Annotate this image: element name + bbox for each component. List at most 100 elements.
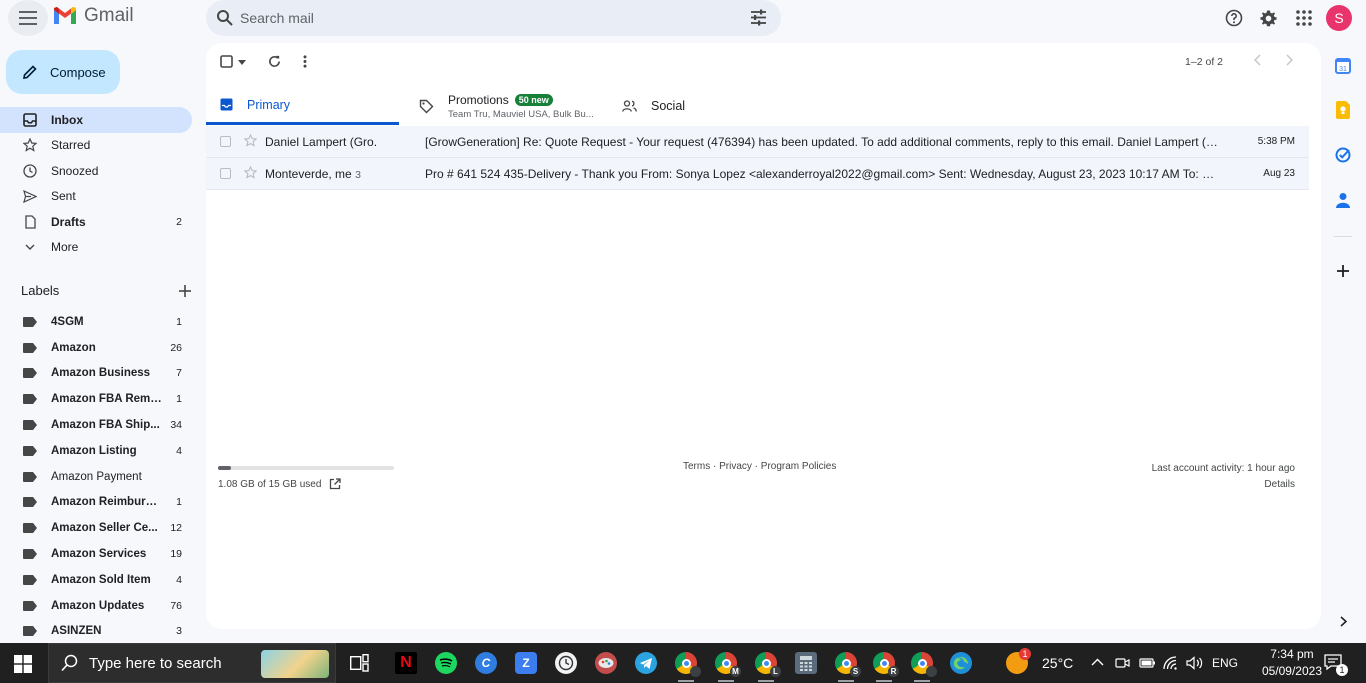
select-dropdown-icon[interactable] xyxy=(238,60,246,65)
chevron-left-icon[interactable] xyxy=(1254,54,1261,66)
app-c-icon[interactable]: C xyxy=(475,652,497,674)
get-addons-button[interactable] xyxy=(1334,262,1352,280)
taskbar-search[interactable]: Type here to search xyxy=(48,643,336,683)
label-item[interactable]: Amazon Business 7 xyxy=(0,361,192,387)
label-item[interactable]: Amazon Sold Item 4 xyxy=(0,567,192,593)
label-item[interactable]: 4SGM 1 xyxy=(0,309,192,335)
search-bar[interactable] xyxy=(206,0,781,36)
apps-button[interactable] xyxy=(1286,0,1321,36)
tab-promotions[interactable]: Promotions 50 new Team Tru, Mauviel USA,… xyxy=(419,87,619,125)
more-options-icon[interactable] xyxy=(303,55,307,68)
email-row[interactable]: Monteverde, me 3 Pro # 641 524 435-Delive… xyxy=(206,158,1309,190)
refresh-icon[interactable] xyxy=(268,55,281,68)
search-icon[interactable] xyxy=(216,9,234,27)
account-activity: Last account activity: 1 hour ago Detail… xyxy=(1152,461,1295,493)
paint-app-icon[interactable] xyxy=(595,652,617,674)
tag-icon xyxy=(419,99,434,113)
system-clock[interactable]: 7:34 pm 05/09/2023 xyxy=(1262,646,1322,680)
select-all-checkbox[interactable] xyxy=(220,55,233,68)
spotify-app-icon[interactable] xyxy=(435,652,457,674)
email-row[interactable]: Daniel Lampert (Gro. [GrowGeneration] Re… xyxy=(206,126,1309,158)
label-icon xyxy=(23,549,37,560)
weather-widget[interactable]: 1 25°C xyxy=(1006,643,1073,683)
clock-app-icon[interactable] xyxy=(555,652,577,674)
weather-temp: 25°C xyxy=(1042,655,1074,671)
sidebar-item-starred[interactable]: Starred xyxy=(0,133,192,159)
account-avatar[interactable]: S xyxy=(1326,5,1352,31)
app-z-icon[interactable]: Z xyxy=(515,652,537,674)
sidebar-item-more[interactable]: More xyxy=(0,235,192,261)
email-checkbox[interactable] xyxy=(220,136,231,147)
tab-primary[interactable]: Primary xyxy=(206,87,399,125)
calculator-app-icon[interactable] xyxy=(795,652,817,674)
show-side-panel-button[interactable] xyxy=(1334,612,1352,630)
label-item[interactable]: Amazon FBA Ship... 34 xyxy=(0,412,192,438)
settings-button[interactable] xyxy=(1251,0,1286,36)
open-in-new-icon[interactable] xyxy=(329,478,342,490)
add-label-icon[interactable] xyxy=(179,284,191,297)
sidebar-item-sent[interactable]: Sent xyxy=(0,184,192,210)
labels-list: 4SGM 1 Amazon 26 Amazon Business 7 Amazon FBA … xyxy=(0,309,200,644)
search-options-icon[interactable] xyxy=(750,9,767,26)
chrome-app-icon[interactable]: S xyxy=(835,652,861,682)
label-item[interactable]: Amazon FBA Remo... 1 xyxy=(0,386,192,412)
label-item[interactable]: Amazon 26 xyxy=(0,335,192,361)
star-icon[interactable] xyxy=(244,134,257,147)
sidebar-item-inbox[interactable]: Inbox xyxy=(0,107,192,133)
wifi-icon[interactable] xyxy=(1163,656,1180,670)
running-indicator xyxy=(718,680,734,682)
chrome-app-icon[interactable] xyxy=(911,652,937,682)
chevron-up-icon[interactable] xyxy=(1091,658,1104,666)
label-item[interactable]: ASINZEN 3 xyxy=(0,619,192,645)
draft-icon xyxy=(22,214,38,230)
edge-app-icon[interactable] xyxy=(950,652,972,674)
task-view-icon[interactable] xyxy=(350,654,369,672)
gmail-logo[interactable]: Gmail xyxy=(52,5,134,27)
contacts-button[interactable] xyxy=(1334,191,1352,209)
chrome-center xyxy=(917,658,927,668)
label-item[interactable]: Amazon Seller Ce... 12 xyxy=(0,515,192,541)
windows-start-icon[interactable] xyxy=(14,655,32,673)
input-language[interactable]: ENG xyxy=(1212,643,1238,683)
star-icon[interactable] xyxy=(244,166,257,179)
label-icon xyxy=(23,471,37,482)
label-item[interactable]: Amazon Reimburse... 1 xyxy=(0,490,192,516)
footer-links[interactable]: Terms · Privacy · Program Policies xyxy=(683,461,836,472)
details-link[interactable]: Details xyxy=(1152,477,1295,493)
support-button[interactable] xyxy=(1216,0,1251,36)
compose-button[interactable]: Compose xyxy=(6,50,120,94)
tab-social[interactable]: Social xyxy=(622,87,742,125)
chevron-right-icon[interactable] xyxy=(1286,54,1293,66)
netflix-app-icon[interactable]: N xyxy=(395,652,417,674)
sidebar-item-drafts[interactable]: Drafts 2 xyxy=(0,209,192,235)
label-count: 4 xyxy=(176,444,182,457)
label-item[interactable]: Amazon Payment xyxy=(0,464,192,490)
chrome-profile-badge: L xyxy=(770,666,781,677)
chevron-down-icon xyxy=(22,239,38,255)
label-name: Amazon FBA Ship... xyxy=(51,419,160,432)
chrome-app-icon[interactable] xyxy=(675,652,701,682)
label-item[interactable]: Amazon Services 19 xyxy=(0,541,192,567)
search-input[interactable] xyxy=(240,6,720,30)
tasks-button[interactable] xyxy=(1334,146,1352,164)
weather-sun-icon: 1 xyxy=(1006,648,1031,674)
label-item[interactable]: Amazon Updates 76 xyxy=(0,593,192,619)
label-icon xyxy=(23,316,37,327)
email-checkbox[interactable] xyxy=(220,168,231,179)
storage-label: 1.08 GB of 15 GB used xyxy=(218,478,322,490)
chrome-profile-badge: R xyxy=(888,666,899,677)
notification-center-button[interactable]: 1 xyxy=(1324,654,1348,676)
chrome-app-icon[interactable]: R xyxy=(873,652,899,682)
chrome-app-icon[interactable]: M xyxy=(715,652,741,682)
calendar-button[interactable]: 31 xyxy=(1334,57,1352,75)
chrome-app-icon[interactable]: L xyxy=(755,652,781,682)
main-menu-button[interactable] xyxy=(8,0,48,36)
meet-now-icon[interactable] xyxy=(1115,656,1131,670)
telegram-app-icon[interactable] xyxy=(635,652,657,674)
volume-icon[interactable] xyxy=(1186,656,1204,670)
sidebar-item-snoozed[interactable]: Snoozed xyxy=(0,158,192,184)
battery-icon[interactable] xyxy=(1139,656,1156,670)
running-indicator xyxy=(758,680,774,682)
label-item[interactable]: Amazon Listing 4 xyxy=(0,438,192,464)
keep-button[interactable] xyxy=(1334,101,1352,119)
